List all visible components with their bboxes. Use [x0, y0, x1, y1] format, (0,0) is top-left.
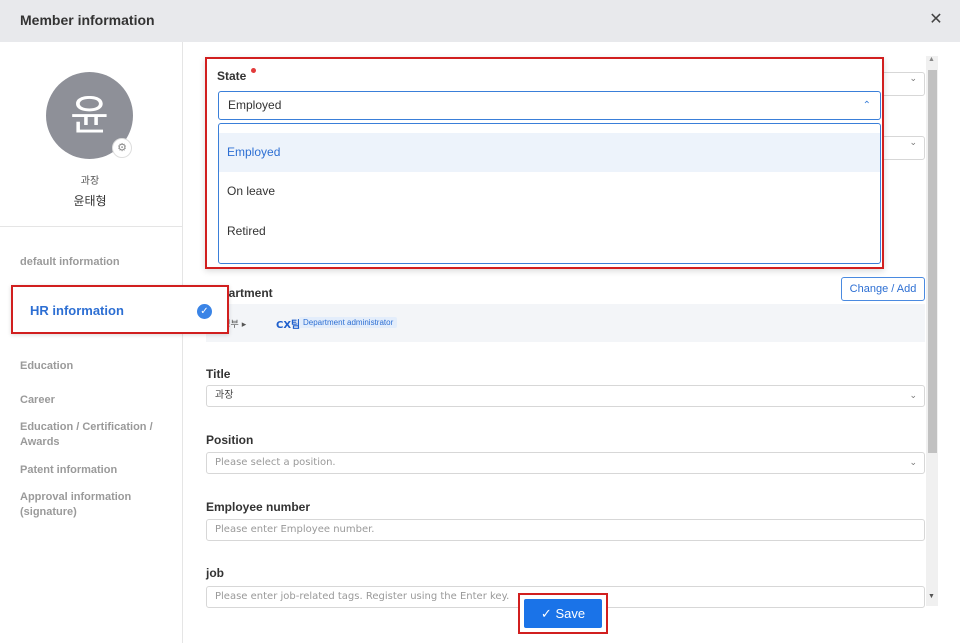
member-rank: 과장 [80, 176, 100, 187]
check-icon: ✓ [540, 606, 552, 621]
scroll-down-icon[interactable]: ▼ [928, 593, 935, 600]
sidebar: 윤 ⚙ 과장 윤태형 default information Education… [0, 42, 183, 643]
state-select[interactable]: Employed ⌃ [218, 91, 881, 120]
modal-header: Member information ✕ [0, 0, 960, 42]
job-placeholder: Please enter job-related tags. Register … [215, 591, 510, 602]
title-select[interactable]: 과장 ⌄ [206, 385, 925, 407]
job-label: job [206, 566, 224, 580]
sidebar-item-approval[interactable]: Approval information (signature) [20, 490, 175, 520]
chevron-down-icon: ⌄ [909, 458, 917, 468]
scrollbar-thumb[interactable] [928, 70, 937, 453]
sidebar-item-career[interactable]: Career [20, 393, 175, 408]
member-name: 윤태형 [73, 194, 107, 208]
position-placeholder: Please select a position. [215, 457, 336, 468]
employee-number-label: Employee number [206, 500, 311, 514]
save-button-highlight: ✓ Save [518, 593, 608, 634]
department-badge: Department administrator [299, 317, 398, 328]
sidebar-item-label: HR information [30, 303, 124, 318]
chevron-up-icon: ⌃ [862, 100, 871, 111]
required-dot-icon [251, 68, 256, 73]
check-icon: ✓ [197, 304, 212, 319]
department-team: CX팀 [276, 320, 301, 331]
state-selected-value: Employed [228, 98, 282, 112]
close-icon[interactable]: ✕ [926, 10, 946, 30]
gear-icon[interactable]: ⚙ [112, 138, 132, 158]
state-option-on-leave[interactable]: On leave [219, 172, 880, 211]
sidebar-item-hr-information[interactable]: HR information ✓ [11, 285, 229, 334]
sidebar-item-default-information[interactable]: default information [20, 255, 175, 270]
sidebar-item-certification-awards[interactable]: Education / Certification / Awards [20, 420, 175, 450]
sidebar-item-patent[interactable]: Patent information [20, 463, 175, 478]
change-add-button[interactable]: Change / Add [841, 277, 925, 301]
position-label: Position [206, 433, 254, 447]
title-label: Title [206, 367, 231, 381]
state-dropdown-panel: State Employed ⌃ Employed On leave Retir… [205, 57, 884, 269]
scroll-up-icon[interactable]: ▲ [928, 56, 935, 63]
employee-number-input[interactable]: Please enter Employee number. [206, 519, 925, 541]
sidebar-item-education[interactable]: Education [20, 359, 175, 374]
position-select[interactable]: Please select a position. ⌄ [206, 452, 925, 474]
state-option-retired[interactable]: Retired [219, 212, 880, 251]
save-button[interactable]: ✓ Save [524, 599, 602, 628]
divider [0, 226, 182, 227]
state-label: State [217, 69, 247, 83]
state-option-employed[interactable]: Employed [219, 133, 880, 172]
title-value: 과장 [215, 390, 234, 401]
state-options-list: Employed On leave Retired [218, 123, 881, 264]
chevron-down-icon: ⌄ [909, 391, 917, 401]
save-label: Save [555, 606, 586, 621]
employee-number-placeholder: Please enter Employee number. [215, 524, 375, 535]
department-box: 경영부 ▸ CX팀 Department administrator [206, 304, 925, 342]
modal-title: Member information [20, 12, 155, 28]
